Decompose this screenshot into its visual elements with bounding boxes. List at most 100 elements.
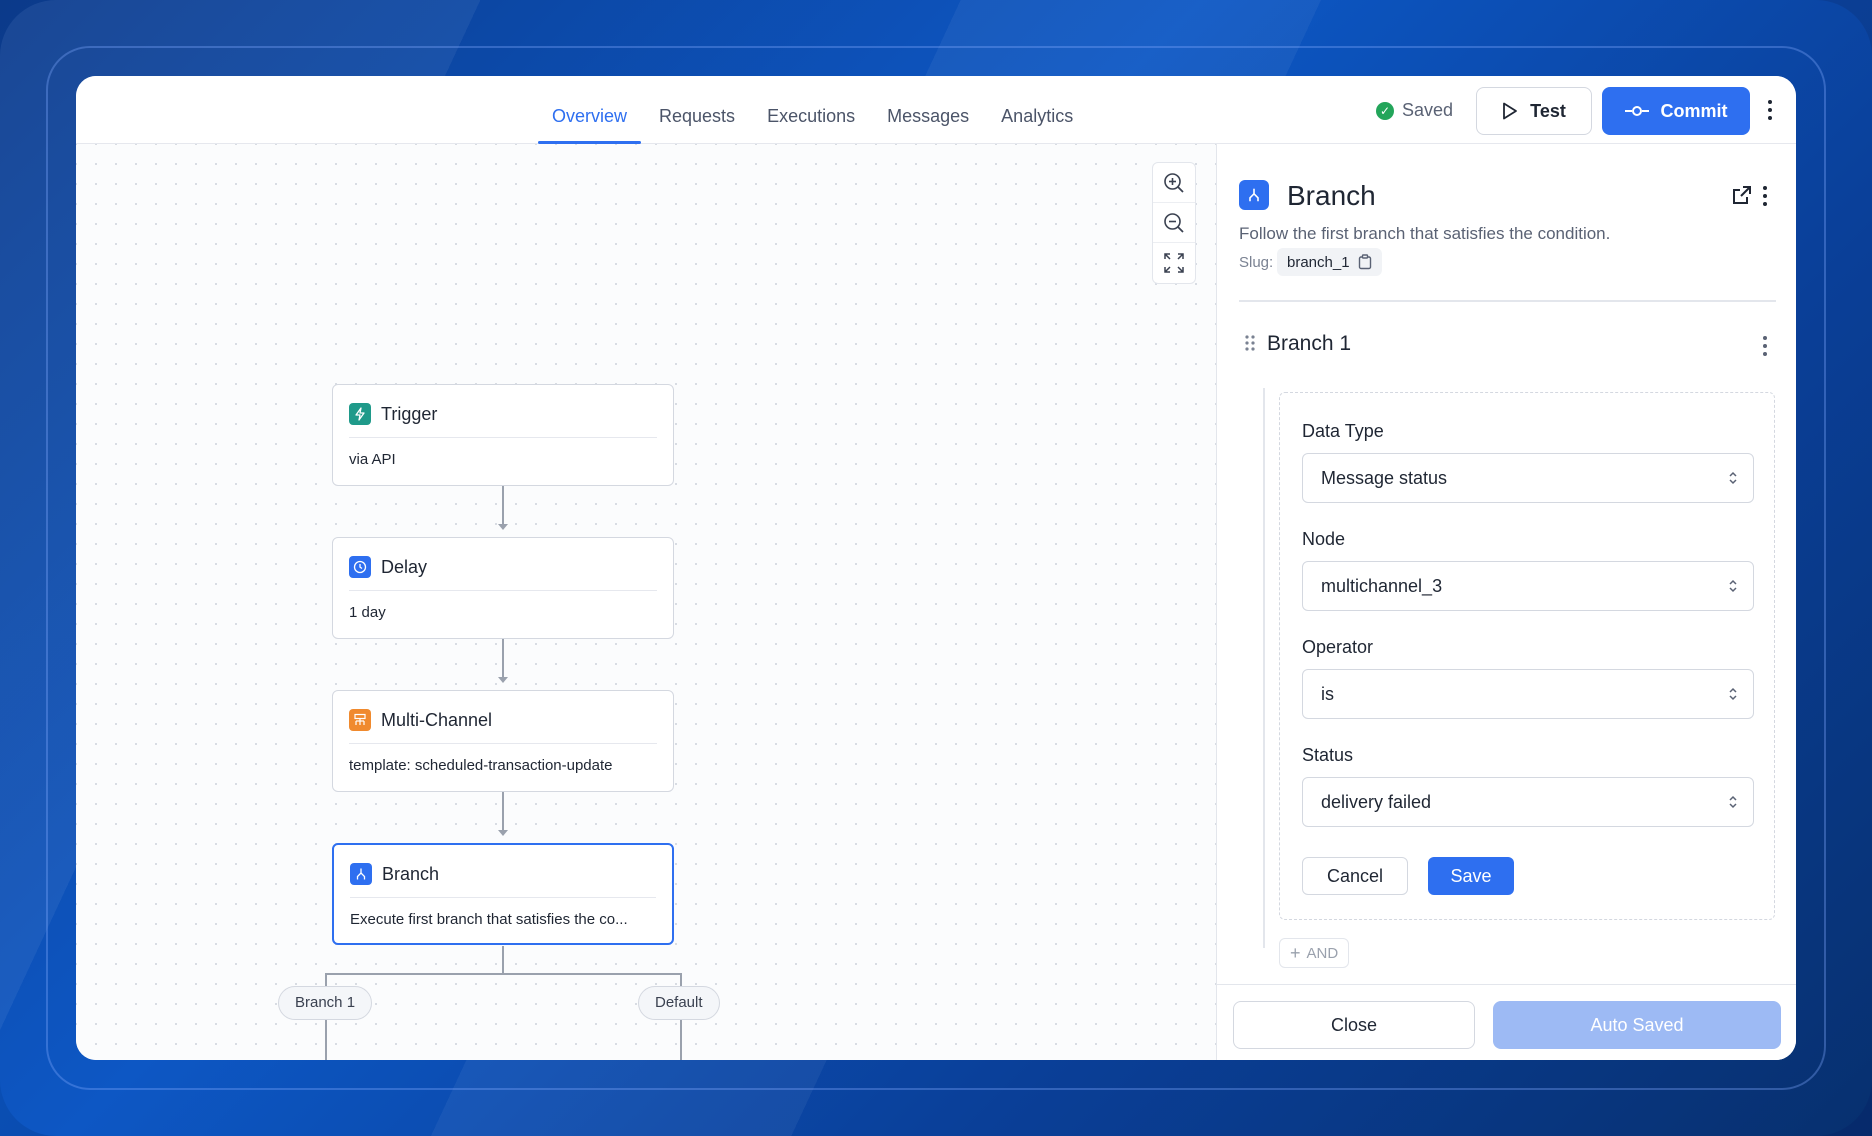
node-delay[interactable]: Delay 1 day <box>332 537 674 639</box>
connector-line <box>502 792 504 832</box>
expand-icon <box>1164 253 1184 273</box>
chevron-up-down-icon <box>1729 795 1737 809</box>
check-circle-icon: ✓ <box>1376 101 1394 120</box>
tab-bar: Overview Requests Executions Messages An… <box>536 76 1089 144</box>
fit-view-button[interactable] <box>1153 243 1195 283</box>
operator-value: is <box>1321 683 1334 704</box>
data-type-select[interactable]: Message status <box>1302 453 1754 503</box>
chevron-up-down-icon <box>1729 687 1737 701</box>
slug-value: branch_1 <box>1287 253 1350 271</box>
node-description: template: scheduled-transaction-update <box>349 757 613 774</box>
arrow-down-icon <box>498 524 508 530</box>
node-header: Branch <box>350 863 439 885</box>
drag-handle-icon[interactable] <box>1245 334 1255 357</box>
divider <box>349 743 657 744</box>
zoom-controls <box>1152 162 1196 284</box>
divider <box>1239 300 1776 302</box>
node-title: Multi-Channel <box>381 709 493 730</box>
slug-chip: branch_1 <box>1277 248 1382 276</box>
save-button[interactable]: Save <box>1428 857 1514 895</box>
data-type-label: Data Type <box>1302 421 1384 441</box>
panel-description: Follow the first branch that satisfies t… <box>1239 224 1611 243</box>
connector-line <box>502 486 504 526</box>
tab-requests[interactable]: Requests <box>643 76 751 144</box>
more-menu-icon[interactable] <box>1766 100 1774 122</box>
branch-icon <box>350 863 372 885</box>
add-and-condition-button[interactable]: + AND <box>1279 938 1350 968</box>
divider <box>350 897 656 898</box>
condition-editor: Data Type Message status Node multichann… <box>1279 392 1775 920</box>
default-branch-pill[interactable]: Default <box>638 986 720 1020</box>
branch-rail <box>1263 388 1265 948</box>
bolt-icon <box>349 403 371 425</box>
chevron-up-down-icon <box>1729 579 1737 593</box>
branch-icon <box>1239 180 1269 210</box>
divider <box>349 437 657 438</box>
node-description: Execute first branch that satisfies the … <box>350 911 628 928</box>
status-value: delivery failed <box>1321 791 1432 812</box>
zoom-in-icon <box>1164 172 1184 193</box>
app-window: Overview Requests Executions Messages An… <box>76 76 1796 1060</box>
multichannel-icon <box>349 709 371 731</box>
copy-icon[interactable] <box>1358 254 1372 270</box>
test-label: Test <box>1530 100 1566 121</box>
operator-label: Operator <box>1302 637 1374 657</box>
status-label: Status <box>1302 745 1354 765</box>
status-select[interactable]: delivery failed <box>1302 777 1754 827</box>
branch-settings-panel: Branch Follow the first branch that sati… <box>1216 144 1796 1060</box>
divider <box>349 590 657 591</box>
node-value: multichannel_3 <box>1321 575 1443 596</box>
zoom-out-button[interactable] <box>1153 203 1195 243</box>
tab-messages[interactable]: Messages <box>871 76 985 144</box>
node-header: Trigger <box>349 403 437 425</box>
branch-more-icon[interactable] <box>1763 336 1767 360</box>
zoom-in-button[interactable] <box>1153 163 1195 203</box>
node-header: Multi-Channel <box>349 709 492 731</box>
saved-label: Saved <box>1402 100 1454 120</box>
top-bar: Overview Requests Executions Messages An… <box>76 76 1796 144</box>
plus-icon: + <box>1290 942 1301 963</box>
tab-analytics[interactable]: Analytics <box>985 76 1089 144</box>
close-button[interactable]: Close <box>1233 1001 1475 1049</box>
slug-label: Slug: <box>1239 254 1274 271</box>
play-icon <box>1503 102 1518 120</box>
branch-1-pill[interactable]: Branch 1 <box>278 986 373 1020</box>
node-title: Branch <box>382 863 440 884</box>
arrow-down-icon <box>498 677 508 683</box>
node-trigger[interactable]: Trigger via API <box>332 384 674 486</box>
node-title: Trigger <box>381 403 438 424</box>
node-description: 1 day <box>349 604 386 621</box>
clock-icon <box>349 556 371 578</box>
node-header: Delay <box>349 556 427 578</box>
branch-split-line <box>325 973 681 975</box>
commit-button[interactable]: Commit <box>1602 87 1750 135</box>
auto-saved-button[interactable]: Auto Saved <box>1493 1001 1781 1049</box>
node-select[interactable]: multichannel_3 <box>1302 561 1754 611</box>
panel-footer: Close Auto Saved <box>1217 984 1796 1060</box>
connector-line <box>502 639 504 679</box>
saved-status: ✓ Saved <box>1376 100 1453 121</box>
node-branch[interactable]: Branch Execute first branch that satisfi… <box>332 843 674 945</box>
data-type-value: Message status <box>1321 467 1448 488</box>
chevron-up-down-icon <box>1729 471 1737 485</box>
node-multi-channel[interactable]: Multi-Channel template: scheduled-transa… <box>332 690 674 792</box>
connector-line <box>502 946 504 974</box>
and-label: AND <box>1306 944 1339 962</box>
arrow-down-icon <box>498 830 508 836</box>
branch-title: Branch 1 <box>1267 332 1352 355</box>
commit-label: Commit <box>1660 100 1728 121</box>
cancel-button[interactable]: Cancel <box>1302 857 1408 895</box>
external-link-icon[interactable] <box>1731 184 1753 211</box>
zoom-out-icon <box>1164 212 1184 233</box>
tab-executions[interactable]: Executions <box>751 76 871 144</box>
node-description: via API <box>349 451 396 468</box>
workflow-canvas[interactable]: Trigger via API Delay 1 day Multi-Channe… <box>76 144 1216 1060</box>
commit-icon <box>1624 106 1649 116</box>
node-label: Node <box>1302 529 1346 549</box>
test-button[interactable]: Test <box>1476 87 1592 135</box>
tab-overview[interactable]: Overview <box>536 76 643 144</box>
panel-title: Branch <box>1287 180 1376 211</box>
operator-select[interactable]: is <box>1302 669 1754 719</box>
node-title: Delay <box>381 556 428 577</box>
panel-more-icon[interactable] <box>1763 186 1767 210</box>
